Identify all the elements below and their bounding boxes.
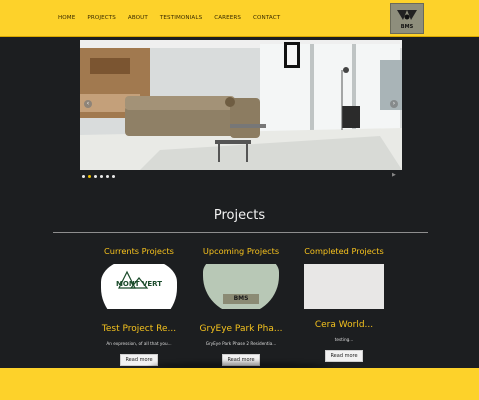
nav-projects[interactable]: PROJECTS xyxy=(87,15,116,21)
project-column-current: Currents Projects MONT VERT Test Project… xyxy=(84,246,194,366)
hero-slider[interactable]: ‹ › xyxy=(80,40,402,170)
play-icon[interactable]: ▶ xyxy=(392,172,396,178)
main-nav: HOME PROJECTS ABOUT TESTIMONIALS CAREERS… xyxy=(58,15,292,21)
bms-label: BMS xyxy=(234,295,249,302)
project-description: testing... xyxy=(334,337,354,342)
slider-dots xyxy=(82,175,115,178)
slider-dot-2[interactable] xyxy=(88,175,91,178)
nav-contact[interactable]: CONTACT xyxy=(253,15,280,21)
slider-dot-3[interactable] xyxy=(94,175,97,178)
column-heading: Upcoming Projects xyxy=(202,246,280,256)
nav-careers[interactable]: CAREERS xyxy=(214,15,241,21)
projects-title: Projects xyxy=(213,208,266,223)
column-heading: Completed Projects xyxy=(304,246,384,256)
project-title[interactable]: Cera World... xyxy=(289,320,399,330)
slider-dot-6[interactable] xyxy=(112,175,115,178)
nav-testimonials[interactable]: TESTIMONIALS xyxy=(160,15,202,21)
project-title[interactable]: GryEye Park Pha... xyxy=(186,324,296,334)
project-title[interactable]: Test Project Re... xyxy=(84,324,194,334)
mont-vert-label: MONT VERT xyxy=(116,280,162,288)
project-column-upcoming: Upcoming Projects BMS GryEye Park Pha...… xyxy=(186,246,296,366)
nav-home[interactable]: HOME xyxy=(58,15,75,21)
project-column-completed: Completed Projects Cera World... testing… xyxy=(289,246,399,362)
bms-logo[interactable]: BMS xyxy=(390,3,424,34)
project-description: GryEye Park Phase 2 Residentia... xyxy=(205,341,277,346)
logo-text: BMS xyxy=(400,24,414,30)
living-room-photo xyxy=(80,40,402,170)
slider-dot-5[interactable] xyxy=(106,175,109,178)
slider-dot-4[interactable] xyxy=(100,175,103,178)
column-heading: Currents Projects xyxy=(104,246,174,256)
site-header: HOME PROJECTS ABOUT TESTIMONIALS CAREERS… xyxy=(0,0,479,37)
read-more-button[interactable]: Read more xyxy=(325,350,363,362)
nav-about[interactable]: ABOUT xyxy=(128,15,148,21)
slider-next-button[interactable]: › xyxy=(390,100,398,108)
mont-vert-logo-image[interactable]: MONT VERT xyxy=(99,258,179,326)
section-divider xyxy=(53,232,428,233)
site-footer xyxy=(0,368,479,400)
bms-project-image[interactable]: BMS xyxy=(201,252,281,314)
project-description: An expression, of all that you... xyxy=(106,341,172,346)
project-image-placeholder[interactable] xyxy=(304,264,384,309)
slider-prev-button[interactable]: ‹ xyxy=(84,100,92,108)
slider-dot-1[interactable] xyxy=(82,175,85,178)
